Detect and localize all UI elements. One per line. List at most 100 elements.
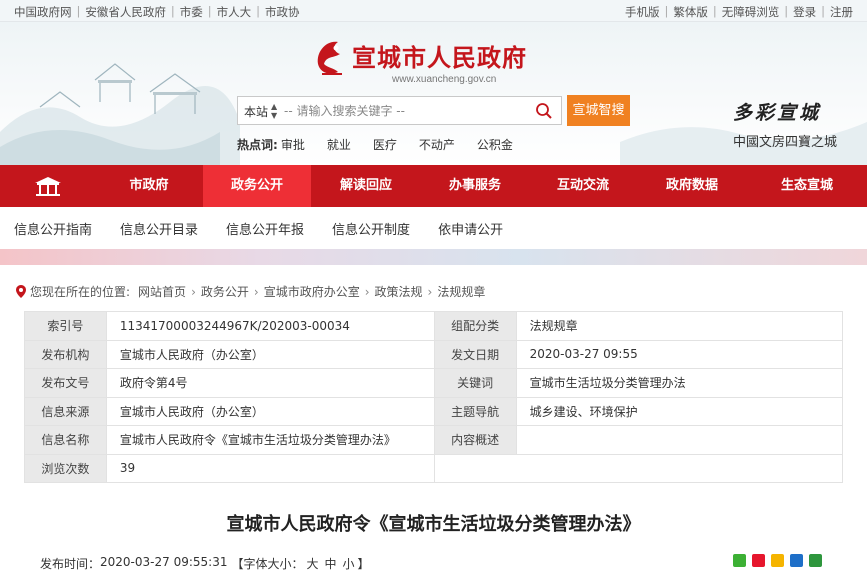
field-label: 浏览次数	[24, 453, 107, 483]
sub-navigation: 信息公开指南 信息公开目录 信息公开年报 信息公开制度 依申请公开	[0, 207, 867, 249]
font-size-small[interactable]: 小	[343, 555, 355, 572]
divider: |	[170, 4, 175, 18]
field-label: 组配分类	[433, 311, 517, 341]
hot-keywords: 热点词: 审批 就业 医疗 不动产 公积金	[237, 136, 535, 153]
field-label: 索引号	[24, 311, 107, 341]
slogan-main: 多彩宣城	[733, 102, 822, 124]
qzone-icon[interactable]	[771, 554, 784, 567]
document-info-table: 索引号 11341700003244967K/202003-00034 组配分类…	[24, 311, 844, 483]
field-value: 宣城市人民政府令《宣城市生活垃圾分类管理办法》	[105, 425, 435, 455]
breadcrumb-label: 您现在所在的位置:	[30, 285, 131, 299]
link-anhui-gov[interactable]: 安徽省人民政府	[85, 4, 166, 20]
breadcrumb-office[interactable]: 宣城市政府办公室	[264, 283, 360, 300]
hot-keyword[interactable]: 不动产	[419, 136, 455, 153]
search-input[interactable]	[284, 101, 524, 121]
slogan-sub: 中國文房四寶之城	[733, 135, 838, 150]
link-city-committee[interactable]: 市委	[180, 4, 203, 20]
divider: |	[784, 4, 789, 18]
field-value: 政府令第4号	[105, 368, 435, 398]
hot-keywords-label: 热点词:	[237, 138, 278, 152]
divider: |	[712, 4, 717, 18]
font-size-medium[interactable]: 中	[325, 555, 337, 572]
document-meta: 发布时间： 2020-03-27 09:55:31 【字体大小： 大 中 小 】	[40, 555, 370, 572]
empty-cell	[433, 453, 844, 483]
hot-keyword[interactable]: 医疗	[373, 136, 397, 153]
publish-label: 发布时间：	[40, 557, 101, 571]
site-domain: www.xuancheng.gov.cn	[392, 74, 497, 85]
breadcrumb-policies[interactable]: 政策法规	[375, 283, 423, 300]
nav-government-data[interactable]: 政府数据	[637, 165, 747, 207]
field-value	[515, 425, 844, 455]
subnav-annual-report[interactable]: 信息公开年报	[226, 219, 304, 238]
document-title: 宣城市人民政府令《宣城市生活垃圾分类管理办法》	[226, 514, 641, 535]
smart-search-button[interactable]: 宣城智搜	[567, 95, 630, 126]
hot-keyword[interactable]: 就业	[327, 136, 351, 153]
hot-keyword[interactable]: 审批	[281, 136, 305, 153]
breadcrumb-home[interactable]: 网站首页	[138, 283, 186, 300]
subnav-request[interactable]: 依申请公开	[438, 219, 503, 238]
hot-keyword[interactable]: 公积金	[477, 136, 513, 153]
scope-caret-icon[interactable]: ▲ ▼	[271, 102, 277, 120]
nav-eco-xuancheng[interactable]: 生态宣城	[747, 165, 867, 207]
divider: |	[664, 4, 669, 18]
link-mobile-version[interactable]: 手机版	[625, 4, 660, 20]
nav-interaction[interactable]: 互动交流	[529, 165, 637, 207]
font-size-large[interactable]: 大	[306, 555, 318, 572]
font-size-end: 】	[357, 557, 370, 571]
field-value: 宣城市人民政府（办公室）	[105, 396, 435, 426]
home-nav-button[interactable]	[0, 165, 95, 207]
search-scope-select[interactable]: 本站	[244, 103, 268, 120]
divider: |	[207, 4, 212, 18]
search-icon[interactable]	[535, 102, 553, 120]
douban-icon[interactable]	[809, 554, 822, 567]
link-register[interactable]: 注册	[830, 4, 853, 20]
wechat-icon[interactable]	[733, 554, 746, 567]
nav-interpretation[interactable]: 解读回应	[311, 165, 421, 207]
subnav-system[interactable]: 信息公开制度	[332, 219, 410, 238]
location-pin-icon	[16, 285, 26, 298]
nav-services[interactable]: 办事服务	[421, 165, 529, 207]
site-header: 宣城市人民政府 www.xuancheng.gov.cn 本站 ▲▼ 宣城智搜 …	[0, 22, 867, 165]
link-gov-cn[interactable]: 中国政府网	[14, 4, 72, 20]
table-row: 发布机构 宣城市人民政府（办公室） 发文日期 2020-03-27 09:55	[24, 339, 844, 369]
search-box: 本站 ▲ ▼	[237, 96, 562, 125]
home-pavilion-icon	[34, 177, 61, 196]
field-label: 关键词	[433, 368, 517, 398]
table-row: 信息来源 宣城市人民政府（办公室） 主题导航 城乡建设、环境保护	[24, 396, 844, 426]
nav-city-government[interactable]: 市政府	[95, 165, 203, 207]
subnav-guide[interactable]: 信息公开指南	[14, 219, 92, 238]
field-label: 信息名称	[24, 425, 107, 455]
field-value: 宣城市生活垃圾分类管理办法	[515, 368, 844, 398]
breadcrumb-regulations[interactable]: 法规规章	[437, 283, 485, 300]
publish-time: 2020-03-27 09:55:31	[100, 555, 228, 569]
field-value: 2020-03-27 09:55	[515, 339, 844, 369]
subnav-catalog[interactable]: 信息公开目录	[120, 219, 198, 238]
breadcrumb-separator: ›	[427, 284, 433, 299]
main-navigation: 市政府 政务公开 解读回应 办事服务 互动交流 政府数据 生态宣城	[0, 165, 867, 207]
site-title: 宣城市人民政府	[352, 43, 527, 72]
field-value: 宣城市人民政府（办公室）	[105, 339, 435, 369]
link-traditional-chinese[interactable]: 繁体版	[673, 4, 708, 20]
field-label: 发布机构	[24, 339, 107, 369]
city-slogan: 多彩宣城 中國文房四寶之城	[733, 98, 837, 150]
breadcrumb: 您现在所在的位置: 网站首页 › 政务公开 › 宣城市政府办公室 › 政策法规 › 法规…	[16, 283, 485, 300]
field-value: 11341700003244967K/202003-00034	[105, 311, 435, 341]
related-sites: 中国政府网 | 安徽省人民政府 | 市委 | 市人大 | 市政协	[14, 4, 300, 20]
table-row: 浏览次数 39	[24, 453, 844, 483]
breadcrumb-separator: ›	[364, 284, 370, 299]
font-size-label: 【字体大小：	[231, 557, 304, 571]
link-login[interactable]: 登录	[793, 4, 816, 20]
link-city-congress[interactable]: 市人大	[217, 4, 252, 20]
nav-government-affairs[interactable]: 政务公开	[203, 165, 311, 207]
breadcrumb-separator: ›	[191, 284, 196, 299]
link-accessibility[interactable]: 无障碍浏览	[722, 4, 780, 20]
link-cppcc[interactable]: 市政协	[265, 4, 300, 20]
breadcrumb-government-affairs[interactable]: 政务公开	[201, 283, 249, 300]
renren-icon[interactable]	[790, 554, 803, 567]
field-value: 39	[105, 453, 435, 483]
field-label: 信息来源	[24, 396, 107, 426]
field-label: 发文日期	[433, 339, 517, 369]
divider: |	[76, 4, 81, 18]
weibo-icon[interactable]	[752, 554, 765, 567]
table-row: 发布文号 政府令第4号 关键词 宣城市生活垃圾分类管理办法	[24, 368, 844, 398]
